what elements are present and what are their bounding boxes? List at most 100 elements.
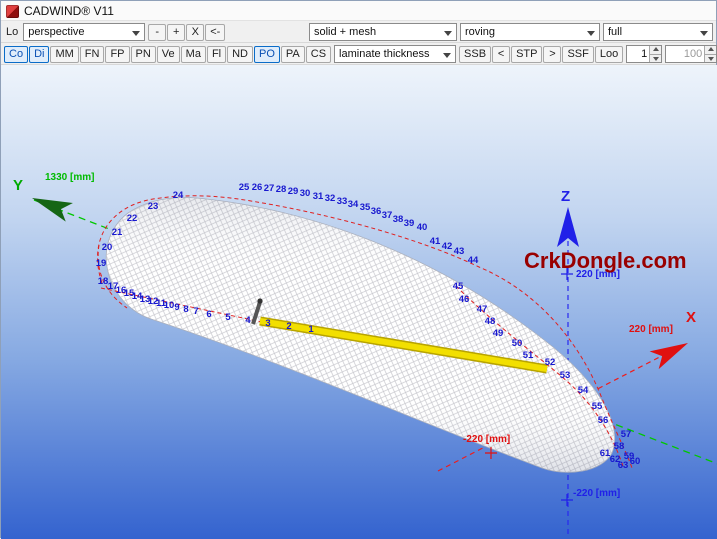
layer-display-value: laminate thickness xyxy=(339,48,430,60)
plus-button[interactable]: + xyxy=(167,24,185,41)
winding-point-number: 52 xyxy=(545,357,556,368)
winding-point-number: 48 xyxy=(485,316,496,327)
winding-point-number: 53 xyxy=(560,370,571,381)
spin-down-icon[interactable] xyxy=(704,55,716,63)
winding-point-number: 56 xyxy=(598,415,609,426)
mode-buttons: CoDiMMFNFPPNVeMaFlNDPOPACS xyxy=(4,46,331,63)
mode-button-fl[interactable]: Fl xyxy=(207,46,226,63)
toolbar-view: Lo perspective -+X<- solid + mesh roving… xyxy=(1,21,716,43)
title-bar: CADWIND® V11 xyxy=(1,1,716,21)
chevron-down-icon xyxy=(132,31,140,40)
winding-point-number: 45 xyxy=(453,281,464,292)
winding-point-number: 38 xyxy=(393,214,404,225)
3d-viewport[interactable]: Y 1330 [mm] Z 220 [mm] -220 [mm] X 220 [… xyxy=(1,65,716,537)
winding-point-number: 28 xyxy=(276,184,287,195)
winding-point-number: 19 xyxy=(96,258,107,269)
winding-point-number: 9 xyxy=(174,302,179,313)
winding-point-number: 21 xyxy=(112,227,123,238)
winding-point-number: 54 xyxy=(578,385,589,396)
winding-point-number: 32 xyxy=(325,193,336,204)
mode-button-pn[interactable]: PN xyxy=(131,46,156,63)
winding-point-number: 46 xyxy=(459,294,470,305)
winding-point-number: 5 xyxy=(225,312,231,323)
mode-button-ma[interactable]: Ma xyxy=(181,46,206,63)
winding-point-number: 18 xyxy=(98,276,109,287)
back-arrow-button[interactable]: <- xyxy=(205,24,225,41)
winding-point-number: 1 xyxy=(308,324,314,335)
winding-point-number: 40 xyxy=(417,222,428,233)
step-forward-button[interactable]: > xyxy=(543,46,561,63)
winding-point-number: 29 xyxy=(288,186,299,197)
chevron-down-icon xyxy=(700,31,708,40)
speed-spinner[interactable]: 100 xyxy=(665,45,717,63)
step-back-button[interactable]: < xyxy=(492,46,510,63)
mode-button-pa[interactable]: PA xyxy=(281,46,305,63)
spin-up-icon[interactable] xyxy=(649,46,661,55)
minus-button[interactable]: - xyxy=(148,24,166,41)
layer-display-select[interactable]: laminate thickness xyxy=(334,45,456,63)
display-range-value: full xyxy=(608,26,622,38)
payout-pin-head xyxy=(257,298,262,303)
spin-down-icon[interactable] xyxy=(649,55,661,63)
winding-point-number: 51 xyxy=(523,350,534,361)
mode-button-mm[interactable]: MM xyxy=(50,46,78,63)
winding-point-number: 33 xyxy=(337,196,348,207)
winding-point-number: 26 xyxy=(252,182,263,193)
mode-button-po[interactable]: PO xyxy=(254,46,280,63)
fiber-value: roving xyxy=(465,26,495,38)
winding-point-number: 41 xyxy=(430,236,441,247)
watermark-text: CrkDongle.com xyxy=(524,248,687,273)
mode-button-ve[interactable]: Ve xyxy=(157,46,180,63)
chevron-down-icon xyxy=(443,53,451,62)
mode-button-di[interactable]: Di xyxy=(29,46,49,63)
app-icon xyxy=(6,5,19,18)
ssb-button[interactable]: SSB xyxy=(459,46,491,63)
view-mode-select[interactable]: perspective xyxy=(23,23,145,41)
spin-up-icon[interactable] xyxy=(704,46,716,55)
winding-point-number: 3 xyxy=(265,318,270,329)
winding-point-number: 34 xyxy=(348,199,359,210)
stp-button[interactable]: STP xyxy=(511,46,542,63)
winding-point-number: 50 xyxy=(512,338,523,349)
spinner-arrows xyxy=(704,46,716,62)
winding-point-number: 8 xyxy=(183,304,188,315)
render-mode-select[interactable]: solid + mesh xyxy=(309,23,457,41)
fiber-select[interactable]: roving xyxy=(460,23,600,41)
winding-point-number: 17 xyxy=(108,281,119,292)
speed-value: 100 xyxy=(666,48,704,60)
winding-point-number: 25 xyxy=(239,182,250,193)
winding-point-number: 60 xyxy=(630,456,641,467)
winding-point-number: 27 xyxy=(264,183,275,194)
mode-button-fn[interactable]: FN xyxy=(80,46,105,63)
y-dimension-label: 1330 [mm] xyxy=(45,172,94,183)
render-mode-value: solid + mesh xyxy=(314,26,376,38)
mode-button-co[interactable]: Co xyxy=(4,46,28,63)
lo-label: Lo xyxy=(4,26,20,38)
chevron-down-icon xyxy=(587,31,595,40)
winding-point-number: 2 xyxy=(286,321,291,332)
mode-button-nd[interactable]: ND xyxy=(227,46,253,63)
display-range-select[interactable]: full xyxy=(603,23,713,41)
loop-button[interactable]: Loo xyxy=(595,46,623,63)
chevron-down-icon xyxy=(444,31,452,40)
winding-point-number: 42 xyxy=(442,241,453,252)
winding-point-number: 4 xyxy=(245,315,251,326)
ssf-button[interactable]: SSF xyxy=(562,46,593,63)
winding-point-number: 22 xyxy=(127,213,138,224)
winding-point-number: 6 xyxy=(206,309,211,320)
loop-count-spinner[interactable]: 1 xyxy=(626,45,662,63)
x-dimension-neg: -220 [mm] xyxy=(463,434,510,445)
winding-point-number: 58 xyxy=(614,441,625,452)
winding-point-number: 43 xyxy=(454,246,465,257)
mode-button-cs[interactable]: CS xyxy=(306,46,331,63)
window-title: CADWIND® V11 xyxy=(24,4,114,18)
winding-point-number: 36 xyxy=(371,206,382,217)
x-dimension-pos: 220 [mm] xyxy=(629,324,673,335)
z-dimension-bottom: -220 [mm] xyxy=(573,488,620,499)
app-window: CADWIND® V11 Lo perspective -+X<- solid … xyxy=(0,0,717,538)
winding-point-number: 55 xyxy=(592,401,603,412)
x-button[interactable]: X xyxy=(186,24,204,41)
winding-point-number: 35 xyxy=(360,202,371,213)
winding-point-number: 23 xyxy=(148,201,159,212)
mode-button-fp[interactable]: FP xyxy=(105,46,129,63)
